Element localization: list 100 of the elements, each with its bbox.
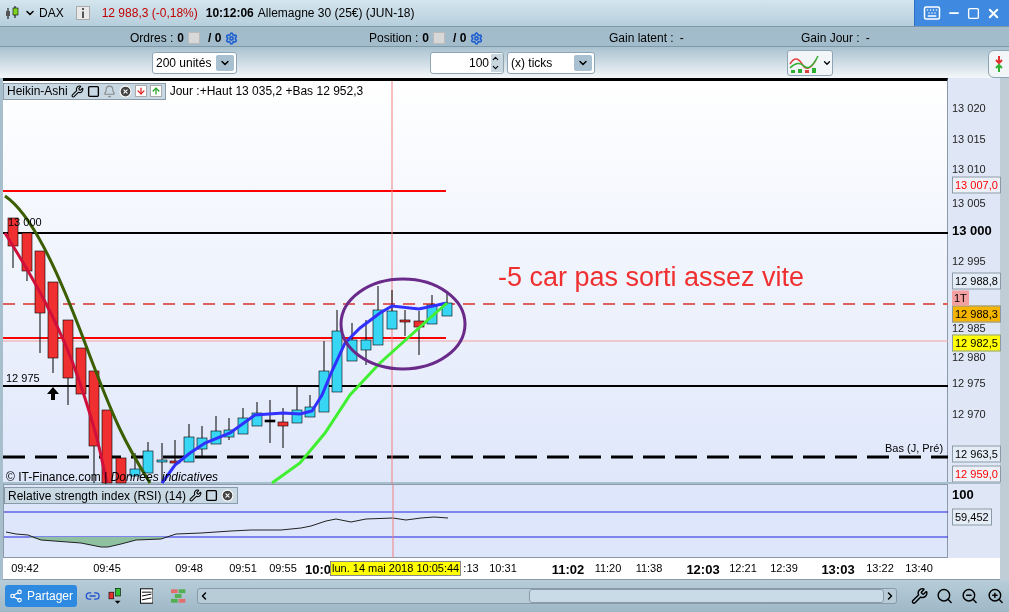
price-tick-label: 12 980	[952, 351, 986, 363]
price-badge: 13 007,0	[952, 176, 1001, 194]
time-tick-label: 09:45	[93, 563, 121, 574]
price-tick-label: 12 995	[952, 255, 986, 267]
time-tick-label: 11:20	[594, 563, 622, 574]
candlestick	[223, 417, 235, 441]
time-tick-label: 12:39	[770, 563, 798, 574]
close-icon[interactable]	[118, 84, 132, 98]
candlestick	[210, 415, 222, 445]
candlestick	[360, 319, 372, 366]
time-tick-label: 11:02	[551, 563, 585, 576]
info-label: Position :	[369, 30, 419, 47]
candlestick	[237, 407, 249, 435]
info-value: -	[865, 30, 870, 47]
candlestick	[7, 217, 19, 269]
settings-icon[interactable]	[470, 31, 484, 45]
info-value: -	[679, 30, 684, 47]
period-select[interactable]: 200 unités	[152, 52, 237, 74]
cursor-time-tooltip: lun. 14 mai 2018 10:05:44	[330, 561, 462, 576]
candlestick	[142, 441, 154, 474]
indicator-button[interactable]	[787, 50, 833, 76]
time-tick-label: 09:48	[175, 563, 203, 574]
day-range-text: Jour :+Haut 13 035,2 +Bas 12 952,3	[169, 83, 364, 100]
info-count: 0	[422, 30, 430, 47]
scroll-thumb[interactable]	[528, 589, 884, 603]
info-total: / 0	[453, 30, 467, 47]
share-icon	[9, 589, 23, 603]
time-tick-label: 12:03	[686, 563, 720, 576]
price-tick-label: 13 000	[952, 223, 992, 237]
candlestick	[372, 285, 384, 346]
price-tick-label: 13 005	[952, 197, 986, 209]
clock-time: 10:12:06	[205, 5, 254, 22]
candlestick	[277, 407, 289, 449]
horizontal-scrollbar[interactable]	[196, 588, 897, 604]
time-tick-label: 12:21	[729, 563, 757, 574]
time-tick-label: 10:31	[489, 563, 517, 574]
instrument-name[interactable]: DAX	[39, 4, 64, 22]
time-tick-label: 13:03	[821, 563, 855, 576]
info-icon[interactable]	[75, 6, 90, 20]
spin-up-icon[interactable]	[491, 54, 500, 63]
maximize-icon[interactable]	[967, 6, 980, 20]
up-down-arrows-icon	[994, 55, 1004, 73]
price-change: 12 988,3 (-0,18%)	[101, 5, 198, 22]
candlestick	[441, 292, 453, 317]
info-total: / 0	[208, 30, 222, 47]
chart-list-icon[interactable]	[139, 588, 154, 604]
price-badge: 59,452	[952, 508, 992, 526]
contract-name: Allemagne 30 (25€) (JUN-18)	[257, 5, 415, 22]
settings-icon[interactable]	[225, 31, 239, 45]
side-panel-tab[interactable]	[988, 50, 1009, 78]
time-tick-label: 13:40	[905, 563, 933, 574]
caret-icon	[822, 58, 832, 68]
share-button[interactable]: Partager	[5, 585, 78, 607]
time-tick-label: :13	[463, 563, 479, 574]
annotation-text: -5 car pas sorti assez vite	[498, 264, 805, 291]
price-tick-label: 13 010	[952, 163, 986, 175]
up-arrow-icon	[47, 387, 59, 400]
price-badge: 12 988,8	[952, 272, 1001, 290]
unit-select[interactable]: (x) ticks	[507, 52, 595, 74]
wrench-icon[interactable]	[910, 587, 929, 605]
price-badge: 12 982,5	[952, 334, 1001, 352]
level-label: Bas (J, Pré)	[885, 443, 944, 454]
wrench-icon[interactable]	[70, 84, 84, 98]
time-tick-label: 09:55	[269, 563, 297, 574]
price-badge: 12 959,0	[952, 465, 1001, 483]
time-tick-label: 11:38	[635, 563, 663, 574]
window-icon[interactable]	[86, 84, 100, 98]
window-icon[interactable]	[205, 489, 219, 502]
tick-count-field[interactable]: 100	[430, 52, 504, 74]
time-tick-label: 10:0	[305, 563, 331, 576]
candlestick-icon	[4, 5, 20, 21]
candlestick-icon[interactable]	[108, 586, 122, 606]
indicator-name: Relative strength index (RSI) (14)	[8, 487, 187, 505]
price-tick-label: 100	[952, 487, 974, 501]
info-label: Gain Jour :	[801, 30, 860, 47]
candlestick	[196, 425, 208, 457]
close-icon[interactable]	[221, 489, 235, 502]
zoom-out-icon[interactable]	[961, 587, 979, 605]
wrench-icon[interactable]	[189, 489, 203, 502]
info-label: Ordres :	[130, 30, 174, 47]
zoom-in-icon[interactable]	[986, 587, 1004, 605]
price-tick-label: 12 970	[952, 408, 986, 420]
time-tick-label: 09:42	[11, 563, 39, 574]
level-label: 12 975	[6, 373, 40, 384]
price-badge: 12 963,5	[952, 445, 1001, 463]
price-tick-label: 12 975	[952, 377, 986, 389]
time-tick-label: 13:22	[866, 563, 894, 574]
trade-marker: 1T	[952, 290, 969, 306]
price-tick-label: 12 985	[952, 322, 986, 334]
spin-down-icon[interactable]	[491, 63, 500, 72]
price-badge: 12 988,3	[952, 305, 1001, 323]
zoom-fit-icon[interactable]	[936, 587, 954, 605]
keyboard-icon[interactable]	[923, 4, 941, 22]
info-label: Gain latent :	[609, 30, 674, 47]
candlestick	[346, 322, 358, 362]
price-tick-label: 13 020	[952, 102, 986, 114]
info-count: 0	[177, 30, 185, 47]
candlestick	[183, 423, 195, 463]
time-tick-label: 09:51	[229, 563, 257, 574]
indicator-name: Heikin-Ashi	[7, 83, 68, 100]
